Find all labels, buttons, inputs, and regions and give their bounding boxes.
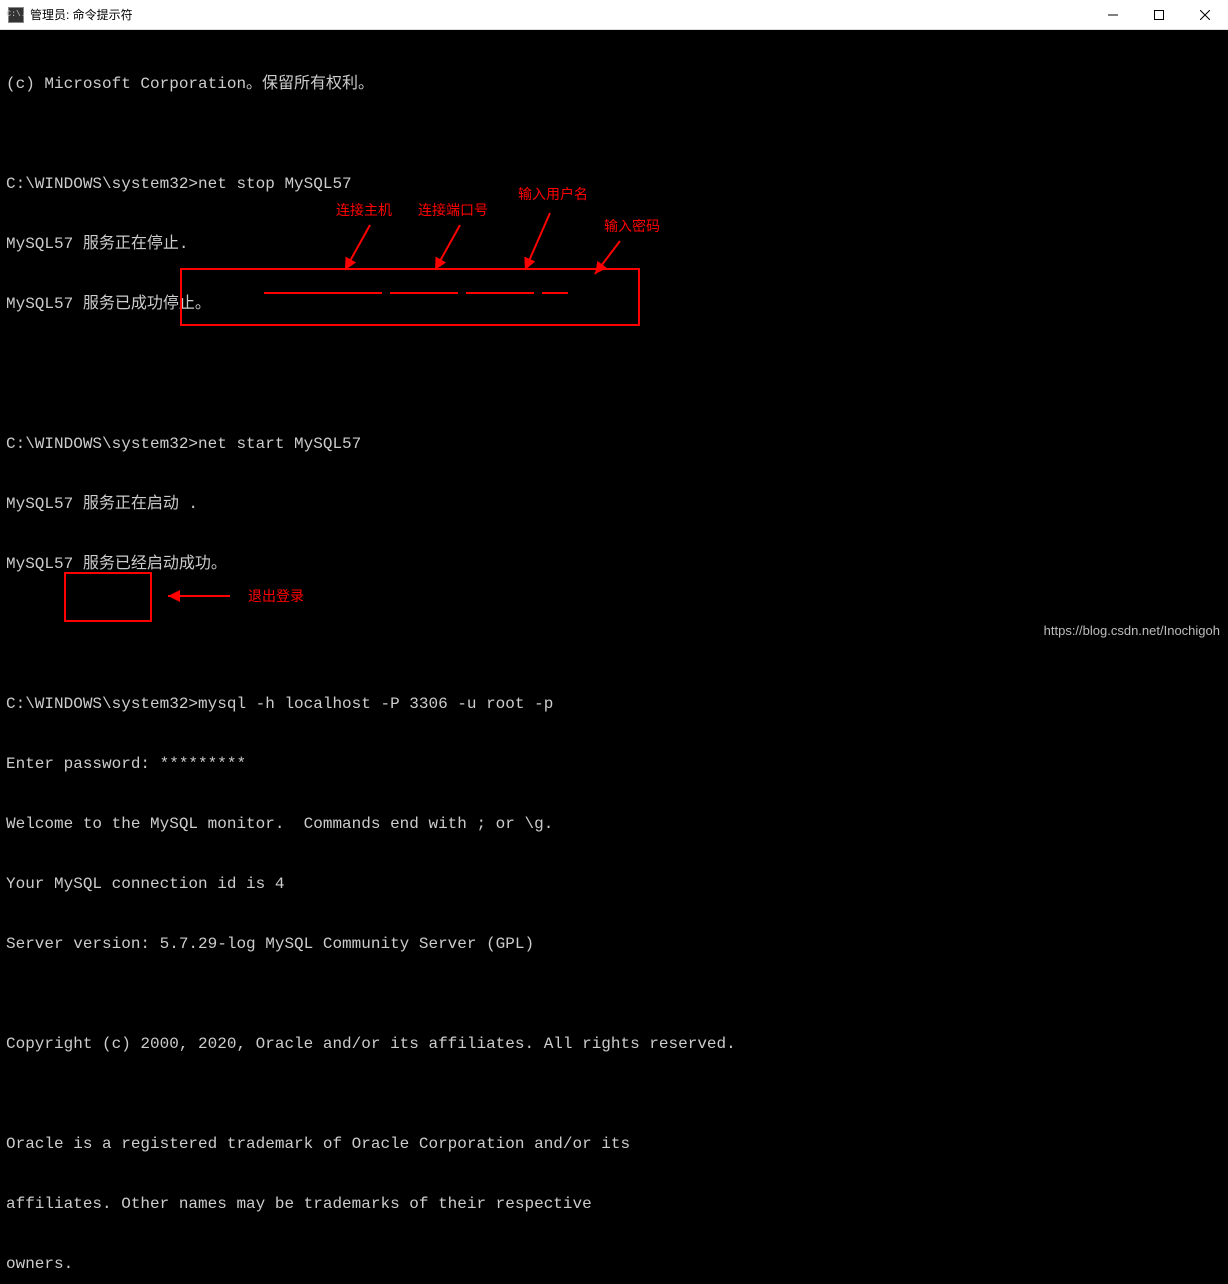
maximize-icon xyxy=(1154,10,1164,20)
annotation-connect-port: 连接端口号 xyxy=(418,200,488,220)
arrow-icon xyxy=(160,586,240,606)
terminal-line: C:\WINDOWS\system32>mysql -h localhost -… xyxy=(6,694,1222,714)
window-controls xyxy=(1090,0,1228,30)
close-button[interactable] xyxy=(1182,0,1228,30)
terminal-line: MySQL57 服务已成功停止。 xyxy=(6,294,1222,314)
window-title: 管理员: 命令提示符 xyxy=(30,6,133,23)
terminal-line: Your MySQL connection id is 4 xyxy=(6,874,1222,894)
cmd-icon: C:\. xyxy=(8,7,24,23)
terminal-line: MySQL57 服务正在启动 . xyxy=(6,494,1222,514)
close-icon xyxy=(1200,10,1210,20)
terminal-line: Oracle is a registered trademark of Orac… xyxy=(6,1134,1222,1154)
highlight-box-exit xyxy=(64,572,152,622)
terminal-area[interactable]: (c) Microsoft Corporation。保留所有权利。 C:\WIN… xyxy=(0,30,1228,642)
terminal-line: Copyright (c) 2000, 2020, Oracle and/or … xyxy=(6,1034,1222,1054)
maximize-button[interactable] xyxy=(1136,0,1182,30)
terminal-line: (c) Microsoft Corporation。保留所有权利。 xyxy=(6,74,1222,94)
terminal-line: Enter password: ********* xyxy=(6,754,1222,774)
terminal-line: owners. xyxy=(6,1254,1222,1274)
window-titlebar: C:\. 管理员: 命令提示符 xyxy=(0,0,1228,30)
annotation-connect-host: 连接主机 xyxy=(336,200,392,220)
terminal-line: MySQL57 服务已经启动成功。 xyxy=(6,554,1222,574)
terminal-line: affiliates. Other names may be trademark… xyxy=(6,1194,1222,1214)
terminal-line: Server version: 5.7.29-log MySQL Communi… xyxy=(6,934,1222,954)
terminal-line: Welcome to the MySQL monitor. Commands e… xyxy=(6,814,1222,834)
watermark-text: https://blog.csdn.net/Inochigoh xyxy=(1044,623,1220,638)
annotation-exit-login: 退出登录 xyxy=(248,586,304,606)
terminal-line: MySQL57 服务正在停止. xyxy=(6,234,1222,254)
minimize-button[interactable] xyxy=(1090,0,1136,30)
annotation-input-password: 输入密码 xyxy=(604,216,660,236)
minimize-icon xyxy=(1108,10,1118,20)
terminal-line: C:\WINDOWS\system32>net start MySQL57 xyxy=(6,434,1222,454)
terminal-line: C:\WINDOWS\system32>net stop MySQL57 xyxy=(6,174,1222,194)
